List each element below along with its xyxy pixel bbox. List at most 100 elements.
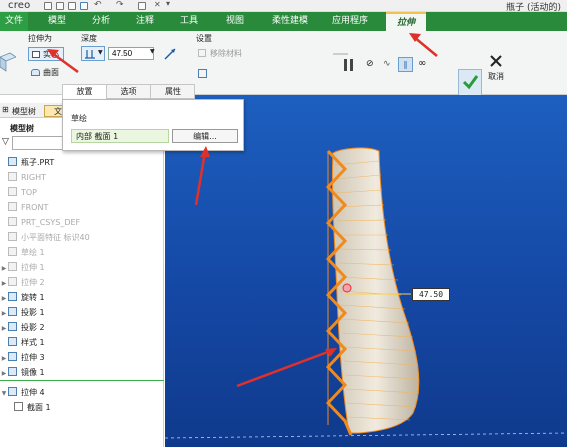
tree-item[interactable]: PRT_CSYS_DEF <box>0 216 160 230</box>
tree-item-label: 投影 2 <box>21 323 45 332</box>
sketch-icon <box>14 402 23 411</box>
tree-item[interactable]: ▶ 拉伸 2 <box>0 276 160 290</box>
ribbon-tab-bar: 文件 模型 分析 注释 工具 视图 柔性建模 应用程序 拉伸 <box>0 12 567 31</box>
tree-item-label: TOP <box>21 188 38 197</box>
surface-icon <box>31 69 40 76</box>
tree-item-label: FRONT <box>21 203 49 212</box>
solid-label: 实心 <box>43 50 59 59</box>
tree-item[interactable]: ▶ 拉伸 3 <box>0 351 160 365</box>
feature-icon <box>8 217 17 226</box>
depth-value-dropdown-icon[interactable]: ▼ <box>150 48 155 55</box>
insert-here-marker <box>0 380 164 381</box>
tab-model-tree[interactable]: 模型树 <box>12 106 36 117</box>
tab-applications[interactable]: 应用程序 <box>324 12 376 31</box>
tab-placement[interactable]: 放置 <box>63 85 107 99</box>
panel-tabs: 放置 选项 属性 <box>62 84 195 99</box>
tree-item[interactable]: FRONT <box>0 201 160 215</box>
tree-item[interactable]: 小平面特征 标识40 <box>0 231 160 245</box>
feature-icon <box>8 157 17 166</box>
expand-arrow-icon[interactable]: ▶ <box>0 307 8 321</box>
window-icon[interactable] <box>138 2 146 10</box>
regenerate-icon[interactable] <box>80 2 88 10</box>
depth-dimension-label[interactable]: 47.50 <box>412 288 450 301</box>
close-window-icon[interactable]: ✕ <box>154 0 161 9</box>
tree-item[interactable]: ▶ 镜像 1 <box>0 366 160 380</box>
customize-toolbar-icon[interactable]: ▾ <box>166 0 170 8</box>
separator <box>333 53 348 55</box>
no-preview-icon[interactable]: ⊘ <box>366 59 374 69</box>
cancel-x-icon[interactable] <box>490 55 502 67</box>
expand-arrow-icon[interactable]: ▶ <box>0 367 8 381</box>
sketch-collector-field[interactable]: 内部 截面 1 <box>71 129 169 143</box>
tab-view[interactable]: 视图 <box>218 12 252 31</box>
open-file-icon[interactable] <box>56 2 64 10</box>
surface-button[interactable]: 曲面 <box>28 66 64 80</box>
feature-icon <box>8 352 17 361</box>
tree-icon: ⊞ <box>2 105 9 114</box>
model-tree-title: 模型树 <box>10 124 34 133</box>
tree-item[interactable]: RIGHT <box>0 171 160 185</box>
tab-folder-browser[interactable]: 文 <box>44 105 64 117</box>
filter-icon[interactable]: ▽ <box>2 137 9 147</box>
flip-direction-icon[interactable] <box>164 48 176 60</box>
pause-icon[interactable] <box>344 59 347 71</box>
save-icon[interactable] <box>68 2 76 10</box>
feature-icon <box>8 277 17 286</box>
depth-value-input[interactable] <box>108 47 154 60</box>
tree-item-section-1[interactable]: 截面 1 <box>14 401 174 415</box>
tree-item-label: 拉伸 1 <box>21 263 45 272</box>
tab-extrude[interactable]: 拉伸 <box>386 12 426 31</box>
remove-material-icon[interactable] <box>198 49 206 57</box>
new-file-icon[interactable] <box>44 2 52 10</box>
expand-arrow-icon[interactable]: ▶ <box>0 352 8 366</box>
expand-arrow-icon[interactable]: ▼ <box>0 387 8 401</box>
tree-item-label: 拉伸 2 <box>21 278 45 287</box>
checkmark-icon <box>462 75 479 90</box>
tree-item[interactable]: 样式 1 <box>0 336 160 350</box>
tree-item[interactable]: ▶ 投影 1 <box>0 306 160 320</box>
undo-icon[interactable]: ↶ <box>94 0 102 10</box>
tab-annotate[interactable]: 注释 <box>128 12 162 31</box>
tree-item-label: 瓶子.PRT <box>21 158 55 167</box>
tree-item-label: 拉伸 3 <box>21 353 45 362</box>
settings-label: 设置 <box>196 34 212 43</box>
solid-button[interactable]: 实心 <box>28 47 64 61</box>
expand-arrow-icon[interactable]: ▶ <box>0 262 8 276</box>
remove-material-label: 移除材料 <box>210 49 242 58</box>
expand-arrow-icon[interactable]: ▶ <box>0 322 8 336</box>
expand-arrow-icon[interactable]: ▶ <box>0 277 8 291</box>
tree-item[interactable]: ▶ 投影 2 <box>0 321 160 335</box>
tab-flexible-modeling[interactable]: 柔性建模 <box>264 12 316 31</box>
app-logo: creo <box>8 0 31 11</box>
expand-arrow-icon[interactable]: ▶ <box>0 292 8 306</box>
extrude-cube-icon <box>0 52 16 72</box>
redo-icon[interactable]: ↷ <box>116 0 124 10</box>
tree-item[interactable]: ▶ 拉伸 1 <box>0 261 160 275</box>
cancel-label[interactable]: 取消 <box>488 71 504 82</box>
feature-icon <box>8 232 17 241</box>
feature-icon <box>8 337 17 346</box>
tab-model[interactable]: 模型 <box>40 12 74 31</box>
tab-options[interactable]: 选项 <box>107 85 151 99</box>
tab-properties[interactable]: 属性 <box>151 85 195 99</box>
attached-preview-icon[interactable]: ∿ <box>383 59 391 69</box>
tree-item-extrude-4[interactable]: ▼ 拉伸 4 <box>0 386 160 400</box>
tree-item[interactable]: 瓶子.PRT <box>0 156 160 170</box>
tree-item-label: 拉伸 4 <box>21 388 45 397</box>
tree-item[interactable]: 草绘 1 <box>0 246 160 260</box>
geometry-preview-icon[interactable]: ∥ <box>398 57 413 72</box>
tree-item[interactable]: TOP <box>0 186 160 200</box>
edit-sketch-button[interactable]: 编辑... <box>172 129 238 143</box>
tab-file[interactable]: 文件 <box>0 12 28 31</box>
verify-glasses-icon[interactable]: ∞ <box>418 58 426 69</box>
feature-icon <box>8 187 17 196</box>
tab-analysis[interactable]: 分析 <box>84 12 118 31</box>
tree-item-label: PRT_CSYS_DEF <box>21 218 81 227</box>
feature-icon <box>8 262 17 271</box>
depth-type-dropdown[interactable]: ▼ <box>81 46 105 61</box>
pause-icon-bar <box>350 59 353 71</box>
thicken-sketch-icon[interactable] <box>198 69 207 78</box>
placement-panel: 草绘 内部 截面 1 编辑... <box>62 99 244 151</box>
tab-tools[interactable]: 工具 <box>172 12 206 31</box>
tree-item[interactable]: ▶ 旋转 1 <box>0 291 160 305</box>
